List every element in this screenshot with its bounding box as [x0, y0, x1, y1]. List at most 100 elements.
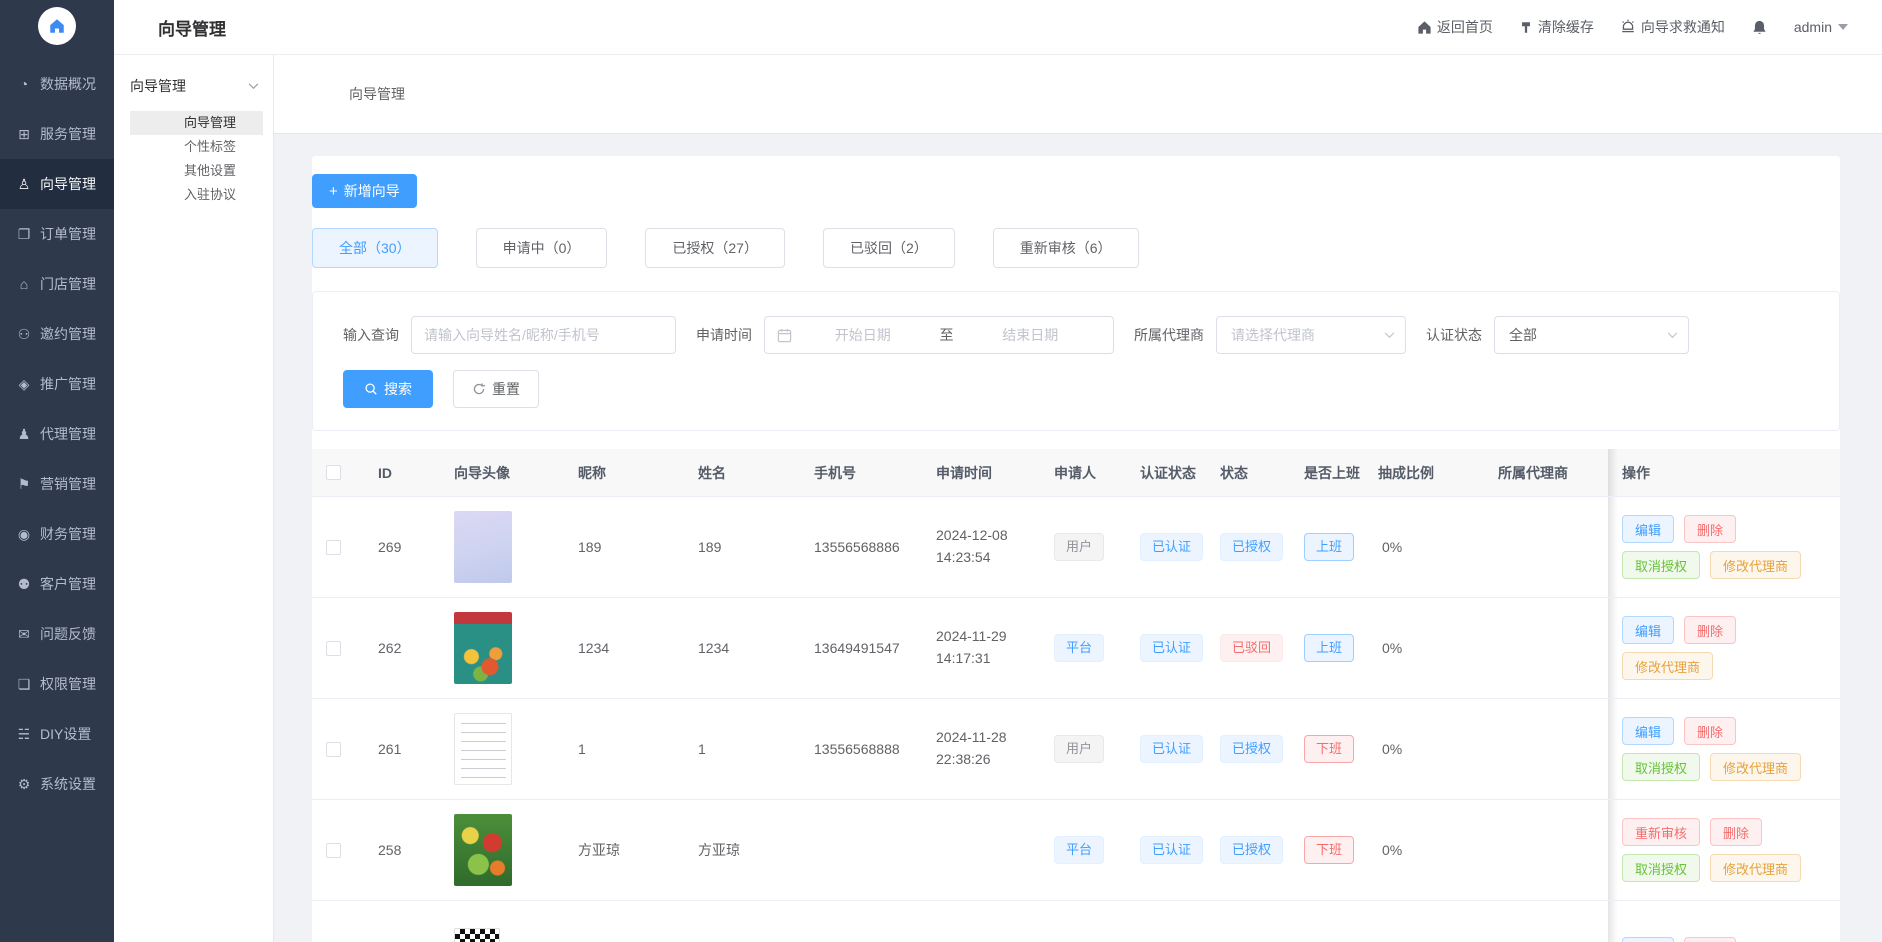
start-date-placeholder[interactable]: 开始日期: [792, 325, 934, 345]
app-logo[interactable]: [38, 7, 76, 45]
cell-actions: 编辑 删除 修改代理商: [1608, 598, 1826, 698]
diy-icon: ☵: [16, 726, 32, 743]
sidebar-item-diy-settings[interactable]: ☵DIY设置: [0, 709, 114, 759]
change-agent-button[interactable]: 修改代理商: [1710, 551, 1801, 579]
change-agent-button[interactable]: 修改代理商: [1710, 753, 1801, 781]
content-card: + 新增向导 全部（30） 申请中（0） 已授权（27） 已驳回（2） 重新审核…: [312, 156, 1840, 942]
applicant-badge: 平台: [1054, 634, 1104, 662]
notification-bell-icon[interactable]: [1751, 19, 1768, 36]
guide-sos-notice-link[interactable]: 向导求救通知: [1620, 17, 1725, 37]
delete-button[interactable]: 删除: [1684, 616, 1736, 644]
apply-time-label: 申请时间: [696, 325, 752, 345]
delete-button[interactable]: 删除: [1684, 515, 1736, 543]
add-guide-button[interactable]: + 新增向导: [312, 174, 417, 208]
cell-name: 1234: [682, 598, 798, 698]
keyword-input[interactable]: [411, 316, 676, 354]
sidebar-item-invitations[interactable]: ⚇邀约管理: [0, 309, 114, 359]
edit-button[interactable]: 编辑: [1622, 937, 1674, 942]
status-badge: 已授权: [1220, 735, 1283, 763]
sidebar-item-data-overview[interactable]: ◔数据概况: [0, 59, 114, 109]
user-menu[interactable]: admin: [1794, 19, 1848, 35]
tab-authorized[interactable]: 已授权（27）: [645, 228, 785, 268]
edit-button[interactable]: 编辑: [1622, 616, 1674, 644]
sidebar-item-marketing[interactable]: ⚑营销管理: [0, 459, 114, 509]
submenu-item-guide-management[interactable]: 向导管理: [130, 111, 263, 135]
search-button[interactable]: 搜索: [343, 370, 433, 408]
sidebar-item-permissions[interactable]: ❏权限管理: [0, 659, 114, 709]
agent-icon: ♟: [16, 426, 32, 443]
marketing-icon: ⚑: [16, 476, 32, 493]
re-review-button[interactable]: 重新审核: [1622, 818, 1700, 846]
home-icon: [1417, 20, 1432, 35]
cancel-auth-button[interactable]: 取消授权: [1622, 854, 1700, 882]
breadcrumb: 向导管理: [274, 55, 1882, 134]
row-checkbox[interactable]: [326, 742, 341, 757]
row-checkbox[interactable]: [326, 641, 341, 656]
cell-nickname: 1: [562, 699, 682, 799]
tab-rejected[interactable]: 已驳回（2）: [823, 228, 955, 268]
table-row: 261 1 1 13556568888 2024-11-2822:38:26 用…: [312, 699, 1840, 800]
cell-agent: [1482, 699, 1608, 799]
cancel-auth-button[interactable]: 取消授权: [1622, 753, 1700, 781]
end-date-placeholder[interactable]: 结束日期: [960, 325, 1102, 345]
auth-status-label: 认证状态: [1426, 325, 1482, 345]
col-actions: 操作: [1608, 449, 1826, 496]
row-checkbox[interactable]: [326, 843, 341, 858]
invite-icon: ⚇: [16, 326, 32, 343]
status-badge: 已驳回: [1220, 634, 1283, 662]
change-agent-button[interactable]: 修改代理商: [1710, 854, 1801, 882]
edit-button[interactable]: 编辑: [1622, 515, 1674, 543]
chevron-down-icon: [1838, 24, 1848, 30]
refresh-icon: [472, 382, 486, 396]
submenu-item-entry-agreement[interactable]: 入驻协议: [130, 183, 263, 207]
tab-re-review[interactable]: 重新审核（6）: [993, 228, 1139, 268]
primary-sidebar: ◔数据概况 ⊞服务管理 ♙向导管理 ❐订单管理 ⌂门店管理 ⚇邀约管理 ◈推广管…: [0, 0, 114, 942]
sidebar-item-orders[interactable]: ❐订单管理: [0, 209, 114, 259]
cell-apply-time: [920, 800, 1038, 900]
delete-button[interactable]: 删除: [1684, 717, 1736, 745]
keyword-label: 输入查询: [343, 325, 399, 345]
cell-nickname: 方亚琼: [562, 800, 682, 900]
delete-button[interactable]: 删除: [1684, 937, 1736, 942]
cell-nickname: [562, 901, 682, 942]
agent-select[interactable]: 请选择代理商: [1216, 316, 1406, 354]
auth-status-select[interactable]: 全部: [1494, 316, 1689, 354]
delete-button[interactable]: 删除: [1710, 818, 1762, 846]
cancel-auth-button[interactable]: 取消授权: [1622, 551, 1700, 579]
applicant-badge: 用户: [1054, 533, 1104, 561]
sidebar-item-services[interactable]: ⊞服务管理: [0, 109, 114, 159]
submenu-group-guides[interactable]: 向导管理: [114, 73, 273, 99]
clear-cache-link[interactable]: 清除缓存: [1519, 17, 1594, 37]
col-on-duty: 是否上班: [1288, 449, 1362, 496]
sidebar-item-stores[interactable]: ⌂门店管理: [0, 259, 114, 309]
edit-button[interactable]: 编辑: [1622, 717, 1674, 745]
cell-agent: [1482, 497, 1608, 597]
select-all-checkbox[interactable]: [326, 465, 341, 480]
table-row: 269 189 189 13556568886 2024-12-0814:23:…: [312, 497, 1840, 598]
date-range-picker[interactable]: 开始日期 至 结束日期: [764, 316, 1114, 354]
reset-button[interactable]: 重置: [453, 370, 539, 408]
submenu-item-other-settings[interactable]: 其他设置: [130, 159, 263, 183]
cell-commission: [1362, 901, 1482, 942]
sidebar-item-feedback[interactable]: ✉问题反馈: [0, 609, 114, 659]
back-home-link[interactable]: 返回首页: [1417, 17, 1493, 37]
tab-all[interactable]: 全部（30）: [312, 228, 438, 268]
guide-icon: ♙: [16, 176, 32, 193]
tab-pending[interactable]: 申请中（0）: [476, 228, 608, 268]
sidebar-item-system-settings[interactable]: ⚙系统设置: [0, 759, 114, 809]
sidebar-item-agents[interactable]: ♟代理管理: [0, 409, 114, 459]
sidebar-item-guides[interactable]: ♙向导管理: [0, 159, 114, 209]
col-applicant: 申请人: [1038, 449, 1124, 496]
cell-apply-time: [920, 901, 1038, 942]
sidebar-item-promotion[interactable]: ◈推广管理: [0, 359, 114, 409]
change-agent-button[interactable]: 修改代理商: [1622, 652, 1713, 680]
row-checkbox[interactable]: [326, 540, 341, 555]
sidebar-item-customers[interactable]: ⚉客户管理: [0, 559, 114, 609]
cell-apply-time: 2024-11-2822:38:26: [920, 699, 1038, 799]
filter-panel: 输入查询 申请时间 开始日期 至 结束日期 所属代理商: [312, 291, 1840, 431]
sidebar-item-finance[interactable]: ◉财务管理: [0, 509, 114, 559]
submenu-item-personal-tags[interactable]: 个性标签: [130, 135, 263, 159]
cell-id: 261: [368, 699, 438, 799]
cell-actions: 重新审核 删除 取消授权 修改代理商: [1608, 800, 1826, 900]
username: admin: [1794, 19, 1832, 35]
